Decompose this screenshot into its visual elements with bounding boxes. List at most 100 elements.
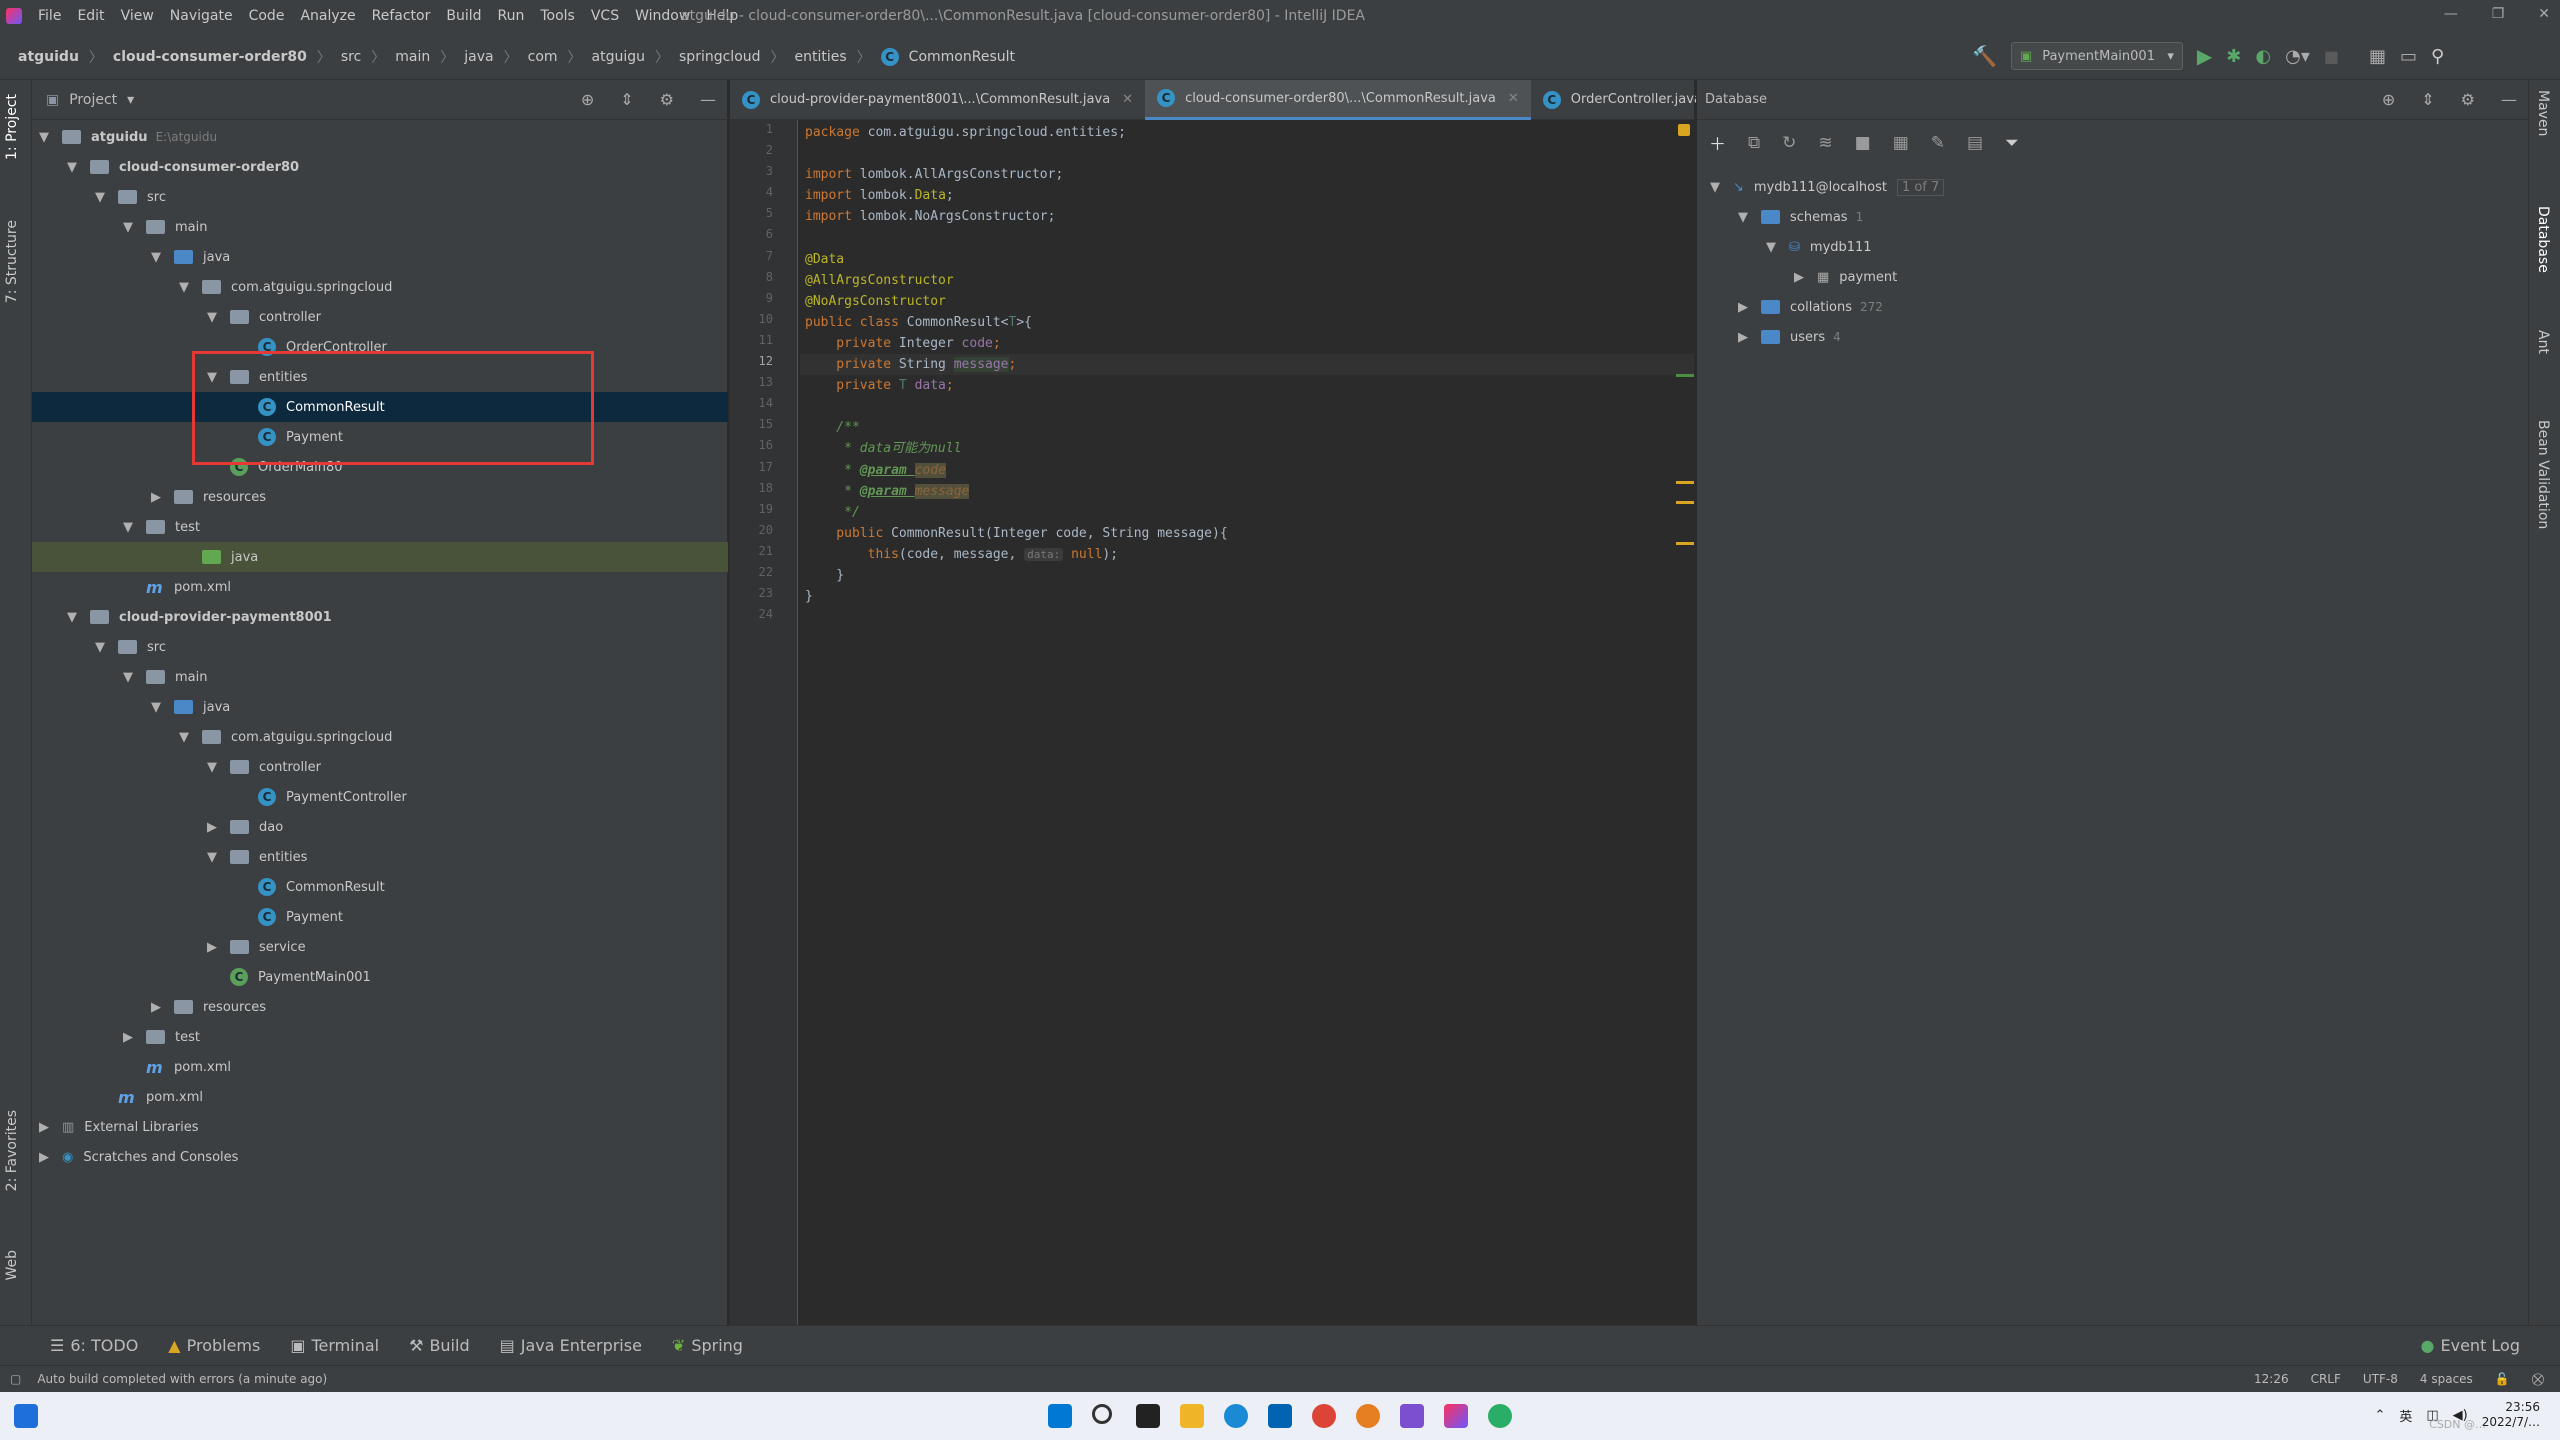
tree-item[interactable]: ▼ com.atguigu.springcloud xyxy=(32,272,728,302)
tree-item[interactable]: ▼ entities xyxy=(32,842,728,872)
schema-sync-icon[interactable]: ≋ xyxy=(1818,133,1832,153)
tree-item[interactable]: ▼ src xyxy=(32,632,728,662)
inspection-status-icon[interactable] xyxy=(1678,124,1690,136)
search-icon[interactable]: ⚲ xyxy=(2431,46,2444,67)
error-stripe-mark[interactable] xyxy=(1676,501,1694,504)
expand-arrow-icon[interactable]: ▼ xyxy=(92,640,108,655)
tool-button-java-enterprise[interactable]: ▤ Java Enterprise xyxy=(500,1336,642,1355)
tree-item[interactable]: ▼ cloud-consumer-order80 xyxy=(32,152,728,182)
run-icon[interactable]: ▶ xyxy=(2197,44,2212,68)
chevron-down-icon[interactable]: ▾ xyxy=(127,92,134,108)
gear-icon[interactable]: ⚙ xyxy=(2461,90,2475,109)
menu-build[interactable]: Build xyxy=(446,8,481,24)
tool-tab-database[interactable]: Database xyxy=(2535,206,2551,273)
breadcrumb-item[interactable]: springcloud xyxy=(679,49,761,65)
tree-item[interactable]: ▶ service xyxy=(32,932,728,962)
menu-refactor[interactable]: Refactor xyxy=(372,8,431,24)
expand-arrow-icon[interactable]: ▼ xyxy=(64,160,80,175)
task-view-icon[interactable] xyxy=(1136,1404,1160,1428)
menu-analyze[interactable]: Analyze xyxy=(300,8,355,24)
breadcrumb-item[interactable]: entities xyxy=(795,49,847,65)
search-app-icon[interactable] xyxy=(1356,1404,1380,1428)
expand-arrow-icon[interactable]: ▼ xyxy=(148,250,164,265)
tree-item[interactable]: ▼ controller xyxy=(32,752,728,782)
minimize-icon[interactable]: — xyxy=(2444,6,2458,22)
tree-item[interactable]: C PaymentMain001 xyxy=(32,962,728,992)
filter-icon[interactable]: ⏷ xyxy=(2005,133,2019,153)
tool-button-spring[interactable]: ❦ Spring xyxy=(672,1336,743,1355)
close-icon[interactable]: ✕ xyxy=(1122,92,1133,107)
project-structure-icon[interactable]: ▦ xyxy=(2369,46,2386,67)
stop-icon[interactable]: ■ xyxy=(1855,133,1871,153)
tool-tab-ant[interactable]: Ant xyxy=(2535,330,2551,354)
terminal-window-icon[interactable]: ▭ xyxy=(2400,46,2417,67)
expand-arrow-icon[interactable]: ▶ xyxy=(204,820,220,835)
error-stripe-mark[interactable] xyxy=(1676,374,1694,377)
tree-item[interactable]: C CommonResult xyxy=(32,872,728,902)
clock-date[interactable]: 2022/7/… xyxy=(2482,1415,2540,1430)
widgets-icon[interactable] xyxy=(14,1404,38,1428)
wechat-icon[interactable] xyxy=(1488,1404,1512,1428)
expand-arrow-icon[interactable]: ▼ xyxy=(92,190,108,205)
expand-arrow-icon[interactable]: ▼ xyxy=(120,220,136,235)
tool-button-event-log[interactable]: ● Event Log xyxy=(2421,1336,2520,1355)
tree-item[interactable]: m pom.xml xyxy=(32,572,728,602)
expand-arrow-icon[interactable]: ▼ xyxy=(176,280,192,295)
project-view-select[interactable]: Project xyxy=(69,92,117,108)
file-explorer-icon[interactable] xyxy=(1180,1404,1204,1428)
edge-icon[interactable] xyxy=(1224,1404,1248,1428)
expand-arrow-icon[interactable]: ▶ xyxy=(120,1030,136,1045)
search-icon[interactable] xyxy=(1092,1404,1112,1424)
tree-item[interactable]: ▶ resources xyxy=(32,992,728,1022)
tree-item[interactable]: java xyxy=(32,542,728,572)
tool-tab-bean-validation[interactable]: Bean Validation xyxy=(2535,420,2551,529)
tree-item[interactable]: ▼ main xyxy=(32,212,728,242)
editor-tab[interactable]: Ccloud-provider-payment8001\...\CommonRe… xyxy=(730,80,1145,120)
expand-arrow-icon[interactable]: ▼ xyxy=(1707,180,1723,195)
collapse-all-icon[interactable]: ⇕ xyxy=(620,90,633,109)
breadcrumb-item[interactable]: src xyxy=(341,49,361,65)
line-separator[interactable]: CRLF xyxy=(2311,1372,2341,1386)
indent-setting[interactable]: 4 spaces xyxy=(2420,1372,2473,1386)
db-tree-item[interactable]: ▶ collations 272 xyxy=(1697,292,2529,322)
stop-icon[interactable]: ■ xyxy=(2324,47,2339,66)
chrome-icon[interactable] xyxy=(1312,1404,1336,1428)
db-tree-item[interactable]: ▼ ⛁ mydb111 xyxy=(1697,232,2529,262)
tool-tab-web[interactable]: Web xyxy=(4,1250,20,1281)
breadcrumb-item[interactable]: atguigu xyxy=(592,49,645,65)
expand-arrow-icon[interactable]: ▼ xyxy=(204,310,220,325)
coverage-icon[interactable]: ◐ xyxy=(2255,46,2271,67)
db-tree-item[interactable]: ▶ ▦ payment xyxy=(1697,262,2529,292)
tree-item[interactable]: m pom.xml xyxy=(32,1082,728,1112)
store-icon[interactable] xyxy=(1268,1404,1292,1428)
breadcrumb-item[interactable]: main xyxy=(395,49,430,65)
file-encoding[interactable]: UTF-8 xyxy=(2363,1372,2398,1386)
tree-item[interactable]: ▼ main xyxy=(32,662,728,692)
clock-time[interactable]: 23:56 xyxy=(2505,1400,2540,1415)
expand-arrow-icon[interactable]: ▼ xyxy=(64,610,80,625)
expand-arrow-icon[interactable]: ▶ xyxy=(1735,300,1751,315)
breadcrumb-item[interactable]: atguidu xyxy=(18,49,79,65)
debug-icon[interactable]: ✱ xyxy=(2226,46,2241,67)
tree-item[interactable]: ▼ java xyxy=(32,242,728,272)
expand-arrow-icon[interactable]: ▼ xyxy=(120,670,136,685)
gear-icon[interactable]: ⚙ xyxy=(660,90,674,109)
tree-item[interactable]: ▶ test xyxy=(32,1022,728,1052)
tool-button-problems[interactable]: ▲ Problems xyxy=(168,1336,260,1355)
table-editor-icon[interactable]: ▦ xyxy=(1893,133,1909,153)
breadcrumb-item[interactable]: cloud-consumer-order80 xyxy=(113,49,307,65)
hide-panel-icon[interactable]: — xyxy=(2501,90,2517,109)
code-editor[interactable]: package com.atguigu.springcloud.entities… xyxy=(800,120,1694,1325)
expand-arrow-icon[interactable]: ▶ xyxy=(36,1120,52,1135)
edit-icon[interactable]: ✎ xyxy=(1931,133,1945,153)
expand-arrow-icon[interactable]: ▶ xyxy=(148,490,164,505)
refresh-icon[interactable]: ↻ xyxy=(1782,133,1796,153)
toggle-tool-windows-icon[interactable]: ▢ xyxy=(10,1372,21,1386)
add-icon[interactable]: ＋ xyxy=(1709,130,1726,155)
memory-indicator-icon[interactable]: ⛒ xyxy=(2532,1372,2544,1387)
tool-tab-favorites[interactable]: 2: Favorites xyxy=(4,1110,20,1191)
expand-arrow-icon[interactable]: ▶ xyxy=(148,1000,164,1015)
copy-icon[interactable]: ⧉ xyxy=(1748,133,1760,153)
locate-icon[interactable]: ⊕ xyxy=(581,90,594,109)
db-connection-item[interactable]: ▼ ↘ mydb111@localhost 1 of 7 xyxy=(1697,172,2529,202)
